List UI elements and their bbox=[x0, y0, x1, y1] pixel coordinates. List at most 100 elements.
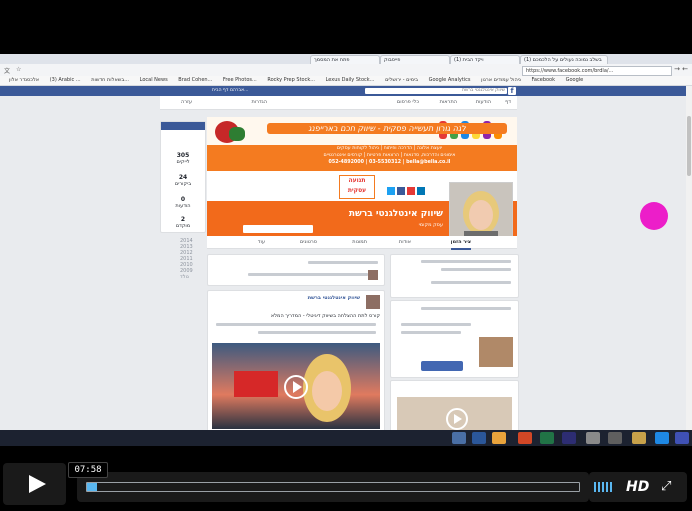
volume-bar[interactable] bbox=[598, 482, 600, 492]
facebook-logo-icon[interactable]: f bbox=[508, 87, 516, 95]
stat-likes: 305 לייקים bbox=[176, 152, 190, 165]
ie-icon[interactable] bbox=[655, 432, 669, 444]
suggested-video-thumbnail[interactable] bbox=[397, 397, 512, 430]
stat-scheduled: 2 מוקדם bbox=[175, 216, 191, 229]
url-input[interactable]: https://www.facebook.com/brdla/... bbox=[522, 66, 672, 76]
volume-bar[interactable] bbox=[594, 482, 596, 492]
promo-image bbox=[479, 337, 513, 367]
bookmark[interactable]: Free Photos... bbox=[223, 76, 257, 85]
tab-photos[interactable]: תמונות bbox=[352, 236, 367, 248]
avatar bbox=[368, 270, 378, 280]
text-line bbox=[401, 331, 461, 334]
nav-messages[interactable]: הודעות bbox=[476, 96, 491, 109]
browser-tab[interactable]: (1) בשלב נמוכה נעולים על הלכמכם bbox=[520, 55, 608, 64]
nav-settings[interactable]: הגדרות bbox=[251, 96, 267, 109]
tab-about[interactable]: אודות bbox=[399, 236, 411, 248]
bookmark[interactable]: Lexus Daily Stock... bbox=[326, 76, 375, 85]
banner-line: יועצת אלונה | הדרכה ופיתוח | ניהול לקוחו… bbox=[336, 146, 443, 151]
bookmark[interactable]: בימים - ירושלים bbox=[385, 76, 418, 85]
banner-contact: 052-4892000 | 03-5530312 | bella@bella.c… bbox=[328, 160, 451, 165]
photoshop-icon[interactable] bbox=[562, 432, 576, 444]
bookmark[interactable]: Brad Cohen... bbox=[178, 76, 212, 85]
composer-card[interactable] bbox=[207, 254, 385, 286]
start-icon[interactable] bbox=[675, 432, 689, 444]
post-video-thumbnail[interactable] bbox=[212, 343, 380, 429]
page-category: עסק מקומי bbox=[418, 222, 443, 228]
bookmark[interactable]: (3) Arabic ... bbox=[50, 76, 81, 85]
volume-bar[interactable] bbox=[602, 482, 604, 492]
browser-tab[interactable]: פתח את המסמך bbox=[310, 55, 380, 64]
post-author[interactable]: שיווק אינטלגנטי ברשת bbox=[308, 295, 360, 301]
progress-track[interactable] bbox=[86, 482, 580, 492]
media-icon[interactable] bbox=[608, 432, 622, 444]
banner-line: אימונים והדרכות, סדנאות | הרצאות פרטיות … bbox=[323, 153, 456, 158]
facebook-search-input[interactable]: שיווק אינטלגנטי ברשת bbox=[365, 88, 507, 94]
post-card: שיווק אינטלגנטי ברשת קורס לתת ההצלחה בשי… bbox=[207, 290, 385, 430]
post-text: קורס לתת ההצלחה בשיווק דיגיטלי - המדריך … bbox=[270, 313, 380, 319]
video-suggestion-card bbox=[390, 380, 519, 430]
facebook-top-bar: f שיווק אינטלגנטי ברשת אברהם... דף הבית bbox=[0, 86, 692, 96]
page-tabs: ציר הזמן אודות תמונות סרטונים עוד bbox=[207, 236, 517, 250]
hd-toggle[interactable]: HD bbox=[626, 479, 649, 495]
stat-messages: 0 הודעות bbox=[175, 196, 191, 209]
page-action-buttons[interactable] bbox=[243, 225, 313, 233]
facebook-icon[interactable] bbox=[397, 187, 405, 195]
timeline-years: 2014 2013 2012 2011 2010 2009 נולד bbox=[180, 238, 202, 280]
text-line bbox=[421, 307, 511, 310]
nav-page[interactable]: דף bbox=[505, 96, 511, 109]
tab-videos[interactable]: סרטונים bbox=[300, 236, 317, 248]
page-stats-sidebar: 305 לייקים 24 ביקורים 0 הודעות 2 מוקדם bbox=[160, 121, 206, 233]
text-line bbox=[401, 323, 471, 326]
linkedin-icon[interactable] bbox=[417, 187, 425, 195]
scrollbar-thumb[interactable] bbox=[687, 116, 691, 176]
back-icon[interactable]: ← bbox=[682, 65, 688, 73]
progress-bar-container[interactable] bbox=[77, 472, 589, 502]
youtube-icon[interactable] bbox=[407, 187, 415, 195]
volume-bar[interactable] bbox=[606, 482, 608, 492]
banner-title: לגה גורון תעשייה פסקית - שיווק חכם באריי… bbox=[267, 123, 507, 134]
page-title: שיווק אינטלגנטי ברשת bbox=[348, 209, 443, 219]
translate-icon[interactable]: 文 bbox=[4, 66, 10, 75]
social-icons bbox=[387, 187, 437, 195]
text-line bbox=[308, 261, 378, 264]
bookmark[interactable]: Rocky Prep Stock... bbox=[267, 76, 315, 85]
bookmark[interactable]: ניהול עמודים ארגון bbox=[481, 76, 521, 85]
app-icon[interactable] bbox=[632, 432, 646, 444]
bookmark[interactable]: Local News bbox=[140, 76, 168, 85]
bookmark[interactable]: אלכסנדר אלון bbox=[9, 76, 39, 85]
folder-icon[interactable] bbox=[586, 432, 600, 444]
chrome-icon[interactable] bbox=[492, 432, 506, 444]
word-icon[interactable] bbox=[472, 432, 486, 444]
explorer-icon[interactable] bbox=[452, 432, 466, 444]
fullscreen-icon[interactable]: ⤢ bbox=[661, 479, 671, 494]
text-line bbox=[431, 281, 511, 284]
volume-bar[interactable] bbox=[610, 482, 612, 492]
bookmark[interactable]: בשאלות חדשות... bbox=[91, 76, 129, 85]
tab-timeline[interactable]: ציר הזמן bbox=[450, 236, 471, 250]
excel-icon[interactable] bbox=[540, 432, 554, 444]
promo-card bbox=[390, 300, 519, 378]
tab-more[interactable]: עוד bbox=[258, 236, 265, 248]
play-button[interactable] bbox=[3, 463, 66, 505]
forward-icon[interactable]: → bbox=[674, 65, 680, 73]
year-link[interactable]: נולד bbox=[180, 274, 202, 280]
browser-tab[interactable]: פייסבוק bbox=[380, 55, 450, 64]
twitter-icon[interactable] bbox=[387, 187, 395, 195]
page-scrollbar[interactable] bbox=[686, 86, 692, 430]
nav-notifications[interactable]: התראות bbox=[440, 96, 457, 109]
bookmark[interactable]: Google Analytics bbox=[429, 76, 471, 85]
user-name[interactable]: אברהם... bbox=[230, 88, 248, 93]
bookmark[interactable]: Facebook bbox=[532, 76, 556, 85]
home-link[interactable]: דף הבית bbox=[212, 88, 228, 93]
play-icon bbox=[29, 475, 46, 493]
office-icon[interactable] bbox=[518, 432, 532, 444]
brand-logo: תנועה עסקית bbox=[339, 175, 375, 199]
time-tooltip: 07:58 bbox=[68, 462, 108, 478]
nav-help[interactable]: עזרה bbox=[181, 96, 192, 109]
promote-button[interactable] bbox=[421, 361, 463, 371]
browser-tab[interactable]: (1) ויקד הבית bbox=[450, 55, 520, 64]
star-icon[interactable]: ☆ bbox=[16, 66, 21, 73]
bookmark[interactable]: Google bbox=[566, 76, 584, 85]
nav-publishing-tools[interactable]: כלי פרסום bbox=[397, 96, 419, 109]
screen-recording: (1) בשלב נמוכה נעולים על הלכמכם (1) ויקד… bbox=[0, 54, 692, 430]
